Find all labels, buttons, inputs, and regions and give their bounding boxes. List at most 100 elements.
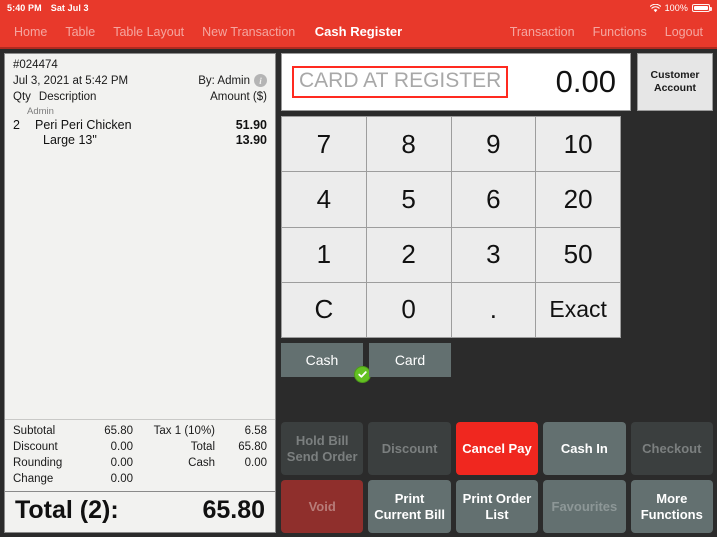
hold-bill-label: Hold Bill Send Order [286, 432, 358, 464]
key-10[interactable]: 10 [536, 117, 620, 172]
key-3[interactable]: 3 [451, 227, 536, 282]
cash-register-app: 5:40 PM Sat Jul 3 100% Home Table Table … [0, 0, 717, 537]
receipt-totals: Subtotal 65.80 Tax 1 (10%) 6.58 Discount… [5, 419, 275, 491]
payment-mode-label: CARD AT REGISTER [292, 66, 509, 98]
numeric-keypad: 7 8 9 10 4 5 6 20 1 2 3 50 C 0 . Exact [281, 116, 621, 338]
payment-type-group: Cash Card [281, 343, 621, 383]
item-group-label: Admin [27, 106, 54, 117]
status-time: 5:40 PM [7, 3, 42, 13]
print-current-bill-button[interactable]: Print Current Bill [368, 480, 451, 533]
key-2[interactable]: 2 [366, 227, 451, 282]
total-label-discount: Discount [13, 441, 58, 453]
key-4[interactable]: 4 [282, 172, 366, 227]
nav-item-transaction[interactable]: Transaction [510, 25, 575, 39]
status-bar: 5:40 PM Sat Jul 3 100% [0, 0, 717, 16]
item-amount: 51.90 [235, 118, 267, 132]
register-panel: CARD AT REGISTER 0.00 Customer Account 7… [281, 53, 713, 533]
total-label-cash: Cash [188, 457, 215, 469]
key-exact[interactable]: Exact [536, 282, 620, 337]
more-functions-label: More Functions [640, 490, 703, 522]
item-amount: 13.90 [235, 133, 267, 147]
nav-item-table-layout[interactable]: Table Layout [113, 25, 184, 39]
key-decimal[interactable]: . [451, 282, 536, 337]
customer-account-label: Customer Account [650, 68, 700, 94]
print-order-list-button[interactable]: Print Order List [455, 480, 539, 533]
table-row[interactable]: Large 13" 13.90 [13, 133, 267, 147]
table-row[interactable]: 2 Peri Peri Chicken 51.90 [13, 118, 267, 132]
item-description: Peri Peri Chicken [35, 118, 132, 132]
key-0[interactable]: 0 [366, 282, 451, 337]
nav-item-functions[interactable]: Functions [593, 25, 647, 39]
cancel-pay-button[interactable]: Cancel Pay [455, 422, 539, 475]
entered-amount: 0.00 [555, 64, 616, 99]
receipt-header: #024474 Jul 3, 2021 at 5:42 PM By: Admin… [5, 54, 275, 87]
column-description: Description [38, 91, 97, 103]
cash-payment-label: Cash [305, 352, 339, 368]
card-payment-label: Card [394, 352, 426, 368]
grand-total-value: 65.80 [202, 496, 265, 524]
customer-account-button[interactable]: Customer Account [637, 53, 713, 111]
display-row: CARD AT REGISTER 0.00 Customer Account [281, 53, 713, 111]
key-6[interactable]: 6 [451, 172, 536, 227]
key-clear[interactable]: C [282, 282, 366, 337]
total-value-tax: 6.58 [244, 425, 267, 437]
key-20[interactable]: 20 [536, 172, 620, 227]
status-date: Sat Jul 3 [50, 3, 89, 13]
key-9[interactable]: 9 [451, 117, 536, 172]
action-button-grid: Hold Bill Send Order Discount Cancel Pay … [281, 422, 713, 533]
key-8[interactable]: 8 [366, 117, 451, 172]
receipt-items: Admin 2 Peri Peri Chicken 51.90 Large 13… [5, 105, 275, 419]
item-description: Large 13" [43, 133, 97, 147]
main-body: #024474 Jul 3, 2021 at 5:42 PM By: Admin… [0, 49, 717, 537]
wifi-icon [649, 3, 661, 13]
battery-icon [692, 4, 712, 12]
nav-item-table[interactable]: Table [65, 25, 95, 39]
info-icon[interactable]: i [254, 74, 267, 87]
total-value-change: 0.00 [110, 473, 133, 485]
total-value-cash: 0.00 [244, 457, 267, 469]
total-label-total: Total [190, 441, 215, 453]
order-number: #024474 [13, 59, 58, 71]
total-value-discount: 0.00 [110, 441, 133, 453]
card-payment-button[interactable]: Card [369, 343, 451, 377]
total-value-rounding: 0.00 [110, 457, 133, 469]
total-label-tax: Tax 1 (10%) [153, 425, 215, 437]
cash-payment-button[interactable]: Cash [281, 343, 371, 383]
item-qty: 2 [13, 118, 20, 132]
order-operator-group: By: Admin i [198, 74, 267, 87]
discount-button[interactable]: Discount [368, 422, 451, 475]
key-50[interactable]: 50 [536, 227, 620, 282]
receipt-column-headers: Qty Description Amount ($) [5, 87, 275, 105]
checkout-button[interactable]: Checkout [630, 422, 713, 475]
hold-bill-send-order-button[interactable]: Hold Bill Send Order [281, 422, 364, 475]
status-right: 100% [649, 3, 712, 13]
total-label-change: Change [13, 473, 54, 485]
print-current-bill-label: Print Current Bill [374, 490, 445, 522]
key-1[interactable]: 1 [282, 227, 366, 282]
page-title: Cash Register [314, 24, 403, 39]
nav-bar: Home Table Table Layout New Transaction … [0, 16, 717, 49]
receipt-meta: Jul 3, 2021 at 5:42 PM By: Admin i [13, 74, 267, 87]
key-7[interactable]: 7 [282, 117, 366, 172]
receipt-panel: #024474 Jul 3, 2021 at 5:42 PM By: Admin… [4, 53, 276, 533]
void-button[interactable]: Void [281, 480, 364, 533]
nav-right-group: Transaction Functions Logout [510, 25, 717, 39]
key-5[interactable]: 5 [366, 172, 451, 227]
nav-item-logout[interactable]: Logout [665, 25, 703, 39]
favourites-button[interactable]: Favourites [543, 480, 626, 533]
amount-display[interactable]: CARD AT REGISTER 0.00 [281, 53, 631, 111]
totals-grid: Subtotal 65.80 Tax 1 (10%) 6.58 Discount… [13, 425, 267, 485]
nav-item-new-transaction[interactable]: New Transaction [202, 25, 295, 39]
order-operator: By: Admin [198, 74, 250, 87]
column-amount: Amount ($) [210, 91, 267, 103]
print-order-list-label: Print Order List [462, 490, 532, 522]
column-qty: Qty [13, 91, 31, 103]
grand-total-label: Total (2): [15, 496, 119, 524]
cash-in-button[interactable]: Cash In [543, 422, 626, 475]
total-value-empty [215, 473, 267, 485]
total-label-rounding: Rounding [13, 457, 63, 469]
total-label-subtotal: Subtotal [13, 425, 56, 437]
nav-item-home[interactable]: Home [14, 25, 47, 39]
more-functions-button[interactable]: More Functions [630, 480, 713, 533]
order-datetime: Jul 3, 2021 at 5:42 PM [13, 74, 129, 87]
